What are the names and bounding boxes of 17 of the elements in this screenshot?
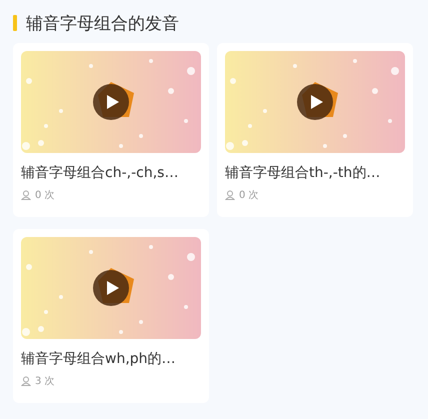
video-card[interactable]: 辅音字母组合wh,ph的… 3 次 [13,229,209,403]
play-icon[interactable] [297,84,333,120]
video-card[interactable]: 辅音字母组合th-,-th的… 0 次 [217,43,413,217]
video-title: 辅音字母组合th-,-th的… [225,164,380,183]
video-card[interactable]: 辅音字母组合ch-,-ch,s… 0 次 [13,43,209,217]
accent-bar [13,15,17,31]
person-icon [21,190,31,200]
view-count: 3 次 [35,375,55,388]
play-icon[interactable] [93,270,129,306]
person-icon [225,190,235,200]
play-icon[interactable] [93,84,129,120]
view-count: 0 次 [35,189,55,202]
section-title: 辅音字母组合的发音 [26,12,179,34]
video-title: 辅音字母组合wh,ph的… [21,350,176,369]
person-icon [21,376,31,386]
video-title: 辅音字母组合ch-,-ch,s… [21,164,178,183]
view-count: 0 次 [239,189,259,202]
